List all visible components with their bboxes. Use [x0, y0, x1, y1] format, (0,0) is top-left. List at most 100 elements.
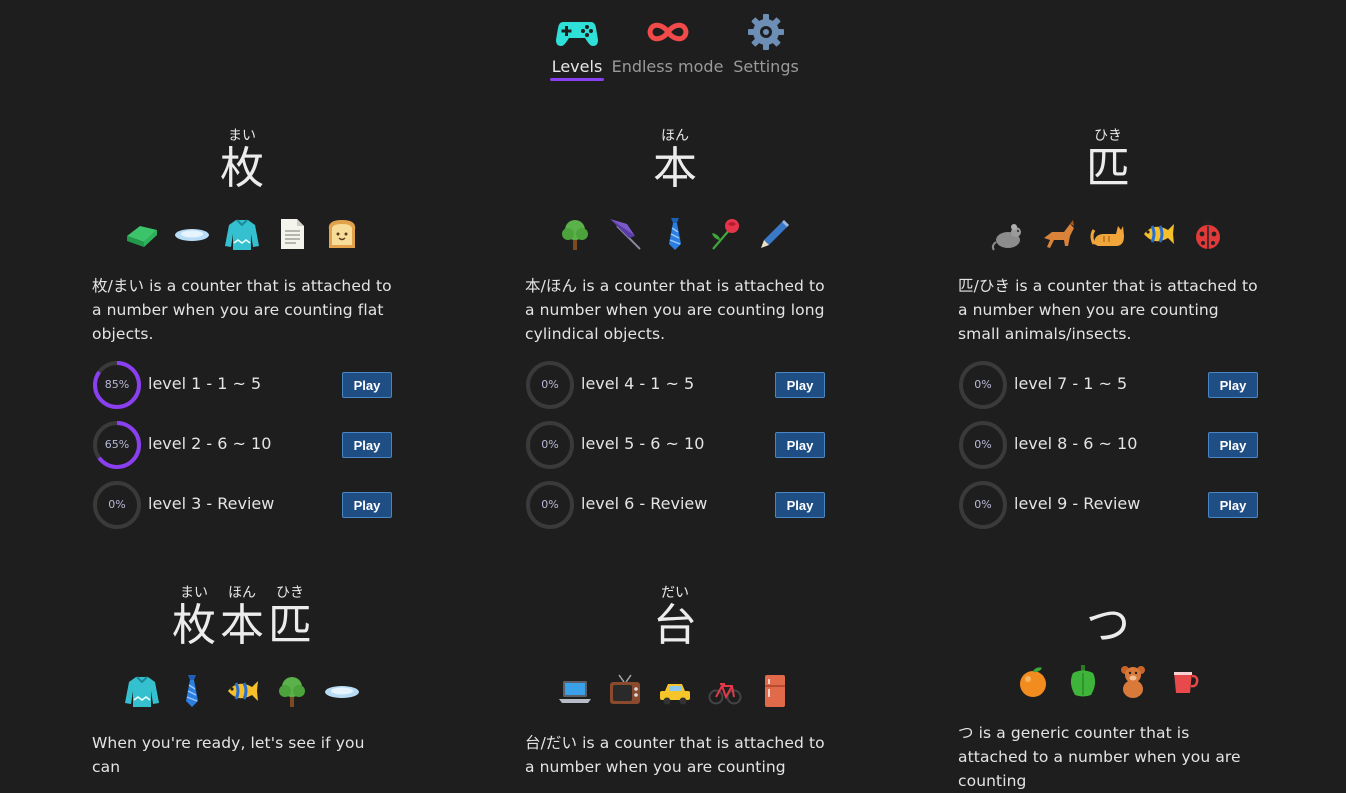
- progress-percent: 0%: [541, 378, 559, 391]
- level-label: level 2 - 6 ~ 10: [148, 434, 272, 453]
- nav-tab-endless-mode[interactable]: Endless mode: [611, 10, 724, 76]
- level-row: 65% level 2 - 6 ~ 10 Play: [92, 420, 392, 480]
- example-icons: [92, 216, 392, 256]
- nav-tab-levels[interactable]: Levels: [550, 10, 604, 81]
- level-row: 85% level 1 - 1 ~ 5 Play: [92, 360, 392, 420]
- laptop-icon: [559, 681, 591, 703]
- counter-reading: ほん: [228, 585, 256, 601]
- progress-percent: 0%: [541, 498, 559, 511]
- cup-icon: [1174, 672, 1199, 693]
- counter-description: 本/ほん is a counter that is attached to a …: [525, 277, 825, 343]
- necktie-icon: [669, 218, 681, 250]
- infinity-icon: [646, 22, 689, 42]
- fish-icon: [228, 681, 258, 701]
- play-button[interactable]: Play: [1208, 492, 1258, 518]
- counter-kanji: 枚: [220, 143, 264, 194]
- level-label: level 1 - 1 ~ 5: [148, 374, 262, 393]
- level-list: 0% level 4 - 1 ~ 5 Play 0% level 5 - 6 ~…: [525, 360, 825, 540]
- counter-kanji: 枚: [172, 600, 216, 651]
- counter-title: まい 枚: [92, 128, 392, 194]
- level-label: level 3 - Review: [148, 494, 275, 513]
- level-label: level 5 - 6 ~ 10: [581, 434, 705, 453]
- counter-card-dai: だい 台 台/だい is a counter that is attached …: [525, 585, 825, 779]
- counter-kanji: 本: [220, 600, 264, 651]
- level-list: 85% level 1 - 1 ~ 5 Play 65% level 2 - 6…: [92, 360, 392, 540]
- rose-icon: [712, 219, 739, 250]
- play-button[interactable]: Play: [775, 492, 825, 518]
- orange-icon: [1020, 667, 1046, 697]
- sweater-icon: [125, 676, 159, 707]
- counter-card-hon: ほん 本 本/ほん is a counter that is attached …: [525, 128, 825, 540]
- counter-title: ひき 匹: [958, 128, 1258, 194]
- level-row: 0% level 7 - 1 ~ 5 Play: [958, 360, 1258, 420]
- play-button[interactable]: Play: [775, 432, 825, 458]
- progress-percent: 65%: [104, 438, 130, 451]
- bicycle-icon: [708, 683, 742, 705]
- example-icons: [958, 216, 1258, 256]
- gear-icon: [748, 14, 784, 50]
- counter-kanji: 匹: [268, 600, 312, 651]
- counter-reading: だい: [661, 585, 689, 601]
- level-label: level 4 - 1 ~ 5: [581, 374, 695, 393]
- level-row: 0% level 8 - 6 ~ 10 Play: [958, 420, 1258, 480]
- level-row: 0% level 6 - Review Play: [525, 480, 825, 540]
- level-label: level 8 - 6 ~ 10: [1014, 434, 1138, 453]
- play-button[interactable]: Play: [775, 372, 825, 398]
- television-icon: [610, 674, 640, 704]
- counter-kanji: つ: [1086, 600, 1130, 651]
- play-button[interactable]: Play: [1208, 432, 1258, 458]
- counter-reading: ひき: [1094, 128, 1122, 144]
- counter-reading: ほん: [661, 128, 689, 144]
- nav-label-endless-mode: Endless mode: [611, 57, 724, 76]
- play-button[interactable]: Play: [342, 492, 392, 518]
- counter-kanji: 台: [653, 600, 697, 651]
- pen-icon: [761, 220, 789, 248]
- counter-description: つ is a generic counter that is attached …: [958, 724, 1241, 790]
- counter-card-hiki: ひき 匹 匹/ひき is a counter that is attached …: [958, 128, 1258, 540]
- eraser-icon: [127, 226, 157, 247]
- counter-title: まい 枚 ほん 本 ひき 匹: [92, 585, 392, 651]
- counter-title: だい 台: [525, 585, 825, 651]
- counter-card-review: まい 枚 ほん 本 ひき 匹 When you're ready, let's …: [92, 585, 392, 779]
- paper-icon: [281, 219, 304, 249]
- counter-kanji: 本: [653, 143, 697, 194]
- counter-kanji: 匹: [1086, 143, 1130, 194]
- cat-icon: [1090, 226, 1124, 246]
- active-tab-indicator: [550, 78, 604, 81]
- dog-icon: [1044, 220, 1074, 248]
- progress-percent: 0%: [974, 498, 992, 511]
- example-icons: [958, 663, 1258, 703]
- taxi-icon: [660, 681, 690, 705]
- level-row: 0% level 5 - 6 ~ 10 Play: [525, 420, 825, 480]
- plate-icon: [325, 686, 359, 698]
- level-list: 0% level 7 - 1 ~ 5 Play 0% level 8 - 6 ~…: [958, 360, 1258, 540]
- level-label: level 6 - Review: [581, 494, 708, 513]
- play-button[interactable]: Play: [1208, 372, 1258, 398]
- necktie-icon: [186, 675, 198, 707]
- ladybug-icon: [1196, 220, 1220, 249]
- counter-card-tsu: つ つ is a generic counter that is attache…: [958, 585, 1258, 793]
- sweater-icon: [225, 219, 259, 250]
- counter-description: 台/だい is a counter that is attached to a …: [525, 734, 825, 776]
- play-button[interactable]: Play: [342, 432, 392, 458]
- counter-reading: まい: [228, 128, 256, 144]
- level-label: level 9 - Review: [1014, 494, 1141, 513]
- counter-reading: ひき: [276, 585, 304, 601]
- bread-icon: [328, 220, 356, 248]
- nav-tab-settings[interactable]: Settings: [732, 10, 800, 76]
- counter-title: つ: [958, 585, 1258, 651]
- counter-title: ほん 本: [525, 128, 825, 194]
- progress-percent: 0%: [108, 498, 126, 511]
- counter-reading: まい: [180, 585, 208, 601]
- level-row: 0% level 4 - 1 ~ 5 Play: [525, 360, 825, 420]
- play-button[interactable]: Play: [342, 372, 392, 398]
- pepper-icon: [1070, 665, 1096, 697]
- umbrella-icon: [610, 219, 641, 250]
- progress-percent: 0%: [541, 438, 559, 451]
- nav-label-settings: Settings: [733, 57, 799, 76]
- tree-icon: [562, 220, 588, 250]
- tree-icon: [279, 677, 305, 707]
- example-icons: [525, 673, 825, 713]
- level-row: 0% level 3 - Review Play: [92, 480, 392, 540]
- gamepad-icon: [556, 22, 598, 46]
